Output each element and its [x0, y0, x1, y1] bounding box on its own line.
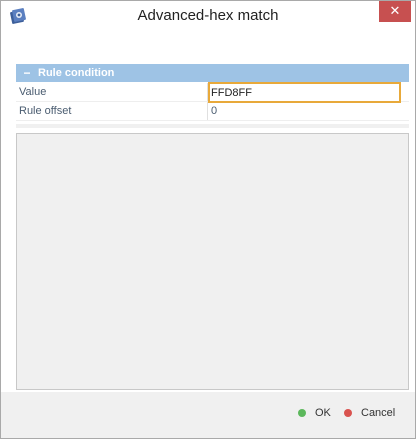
property-row-value[interactable]: Value [16, 82, 409, 103]
close-icon: ✕ [389, 4, 401, 19]
value-input[interactable] [208, 82, 401, 103]
cancel-button[interactable]: Cancel [344, 404, 395, 422]
ok-dot-icon [298, 409, 306, 417]
property-grid: − Rule condition Value Rule offset 0 [9, 32, 409, 392]
property-row-rule-offset[interactable]: Rule offset 0 [16, 102, 409, 121]
rule-offset-value[interactable]: 0 [211, 105, 217, 117]
group-title: Rule condition [38, 67, 115, 79]
minus-icon[interactable]: − [16, 66, 38, 80]
rule-offset-label: Rule offset [19, 105, 72, 117]
close-button[interactable]: ✕ [379, 1, 411, 22]
row-divider [207, 102, 208, 120]
dialog-window: Advanced-hex match ✕ − Rule condition Va… [0, 0, 416, 439]
cancel-label: Cancel [361, 407, 396, 419]
title-bar[interactable]: Advanced-hex match ✕ [1, 1, 415, 32]
grid-separator [16, 124, 409, 128]
description-panel [16, 133, 409, 390]
value-label: Value [19, 86, 47, 98]
group-header-rule-condition[interactable]: − Rule condition [16, 64, 409, 82]
window-title: Advanced-hex match [137, 7, 279, 24]
button-bar: OK Cancel [1, 392, 415, 438]
ok-button[interactable]: OK [298, 404, 331, 422]
cancel-dot-icon [344, 409, 352, 417]
ok-label: OK [315, 407, 331, 419]
